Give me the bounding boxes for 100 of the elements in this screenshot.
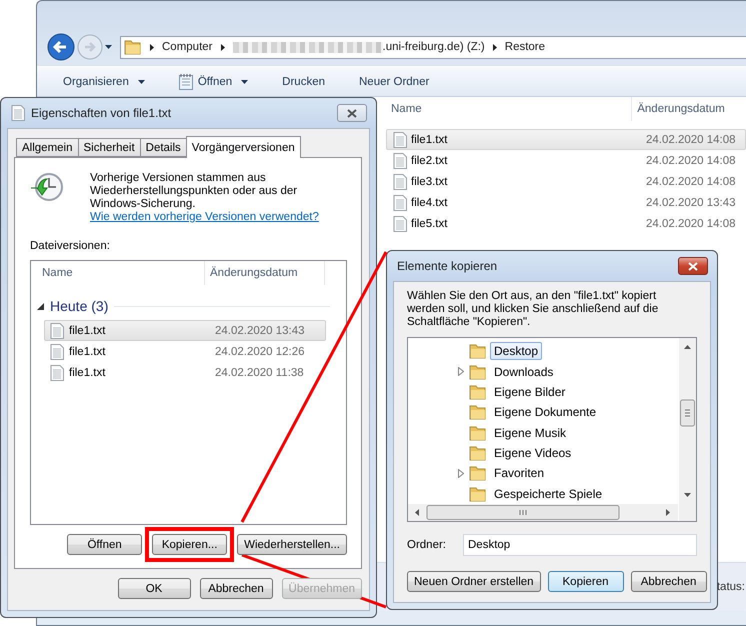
folder-item[interactable]: Downloads [456,361,679,382]
toolbar-button[interactable]: Öffnen [168,70,258,92]
breadcrumb[interactable]: Computer [162,41,212,53]
dialog-button[interactable]: Neuen Ordner erstellen [407,571,541,592]
folder-input[interactable]: Desktop [463,534,697,556]
folder-name: Eigene Dokumente [493,404,598,422]
folder-icon [124,38,142,56]
chevron-right-icon [220,44,224,50]
text-file-icon [50,322,64,338]
column-header[interactable]: Name [37,261,205,285]
folder-label: Ordner: [407,539,446,551]
dialog-button[interactable]: Kopieren [548,571,624,592]
modified-date: 24.02.2020 11:38 [215,366,304,378]
text-file-icon [393,132,407,148]
file-name: file1.txt [69,346,106,358]
group-header[interactable]: Heute (3) [50,298,108,314]
folder-name: Favoriten [493,465,546,482]
file-row[interactable]: file5.txt 24.02.2020 14:08 [386,213,746,234]
text-file-icon [393,152,407,168]
action-button[interactable]: Wiederherstellen... [237,534,347,555]
horizontal-scrollbar[interactable] [408,504,678,521]
history-dropdown-icon [105,45,112,49]
file-row[interactable]: file4.txt 24.02.2020 13:43 [386,192,746,213]
folder-icon [469,362,487,381]
text-file-icon [11,105,25,121]
column-header[interactable]: Änderungsdatum [205,261,325,285]
back-button[interactable] [47,33,75,61]
folder-name: Downloads [493,364,554,381]
tab[interactable]: Details [140,138,187,157]
column-header[interactable]: Name [386,97,632,121]
toolbar-button[interactable]: Drucken [272,72,335,90]
dialog-button[interactable]: Abbrechen [630,571,707,592]
breadcrumb[interactable]: Restore [504,41,546,53]
file-name: file1.txt [69,324,106,336]
file-name: file1.txt [69,366,106,378]
text-file-icon [50,364,64,380]
folder-item[interactable]: Eigene Musik [456,422,679,443]
folder-name: Desktop [490,342,542,360]
action-button[interactable]: Kopieren... [152,534,228,555]
folder-item[interactable]: Eigene Videos [456,442,679,464]
close-icon [688,262,698,270]
text-file-icon [393,194,407,210]
version-row[interactable]: file1.txt 24.02.2020 13:43 [44,320,326,341]
version-row[interactable]: file1.txt 24.02.2020 12:26 [44,341,326,362]
folder-name: Eigene Bilder [493,384,566,401]
folder-icon [469,403,487,422]
tab[interactable]: Sicherheit [78,138,141,157]
folder-name: Eigene Musik [493,424,568,442]
tab[interactable]: Allgemein [16,138,78,157]
file-row[interactable]: file1.txt 24.02.2020 14:08 [386,129,746,150]
modified-date: 24.02.2020 14:08 [646,134,736,146]
folder-icon [469,342,487,360]
folder-icon [469,484,487,503]
folder-item[interactable]: Eigene Dokumente [456,402,679,422]
file-name: file2.txt [411,154,448,166]
close-icon [347,108,357,118]
chevron-right-icon [492,44,497,50]
file-name: file5.txt [411,218,448,230]
column-header[interactable]: Änderungsdatum [632,97,746,121]
version-row[interactable]: file1.txt 24.02.2020 11:38 [44,362,326,383]
modified-date: 24.02.2020 13:43 [646,196,736,208]
modified-date: 24.02.2020 12:26 [215,346,305,358]
collapse-triangle-icon[interactable] [37,302,44,310]
modified-date: 24.02.2020 14:08 [646,154,736,166]
file-name: file4.txt [411,196,448,208]
text-file-icon [393,216,407,232]
folder-item[interactable]: Favoriten [456,463,679,484]
help-link[interactable]: Wie werden vorherige Versionen verwendet? [90,211,319,223]
expand-arrow-icon[interactable] [458,468,464,478]
folder-item[interactable]: Gespeicherte Spiele [456,484,679,504]
action-button[interactable]: Öffnen [67,534,142,555]
file-name: file1.txt [411,134,448,146]
clock-restore-icon [30,172,64,204]
expand-arrow-icon[interactable] [458,367,464,376]
folder-icon [469,444,487,462]
dialog-title: Elemente kopieren [397,259,498,273]
scrollbar-corner [679,504,696,521]
modified-date: 24.02.2020 13:43 [215,324,305,336]
vertical-scrollbar[interactable] [679,338,696,504]
toolbar-button[interactable]: Neuer Ordner [349,72,440,90]
breadcrumb[interactable]: .uni-freiburg.de) (Z:) [382,41,485,53]
address-bar[interactable]: Computer .uni-freiburg.de) (Z:) Restore [120,36,746,58]
folder-icon [469,424,487,442]
close-button[interactable] [337,104,367,122]
dialog-button[interactable]: Abbrechen [200,578,273,599]
text-file-icon [50,344,64,360]
intro-text: Vorherige Versionen stammen aus Wiederherstellungspunkten oder aus der Windows-Sicherung. Wie werden vorherige Versionen verwendet? [90,172,320,224]
dialog-button[interactable]: OK [118,578,191,599]
folder-item[interactable]: Eigene Bilder [456,382,679,402]
toolbar-button[interactable]: Organisieren [53,72,155,90]
tab[interactable]: Vorgängerversionen [186,136,301,158]
file-row[interactable]: file3.txt 24.02.2020 14:08 [386,171,746,192]
chevron-right-icon [150,44,154,50]
folder-item[interactable]: Desktop [456,341,679,362]
dialog-title: Eigenschaften von file1.txt [31,106,172,120]
instruction-text: Wählen Sie den Ort aus, an den "file1.txt" kopiert werden soll, und klicken Sie anschließend auf die Schaltfläche "Kopieren". [407,290,660,329]
file-row[interactable]: file2.txt 24.02.2020 14:08 [386,150,746,171]
folder-icon [469,464,487,482]
folder-name: Eigene Videos [493,445,572,462]
close-button[interactable] [678,257,708,275]
